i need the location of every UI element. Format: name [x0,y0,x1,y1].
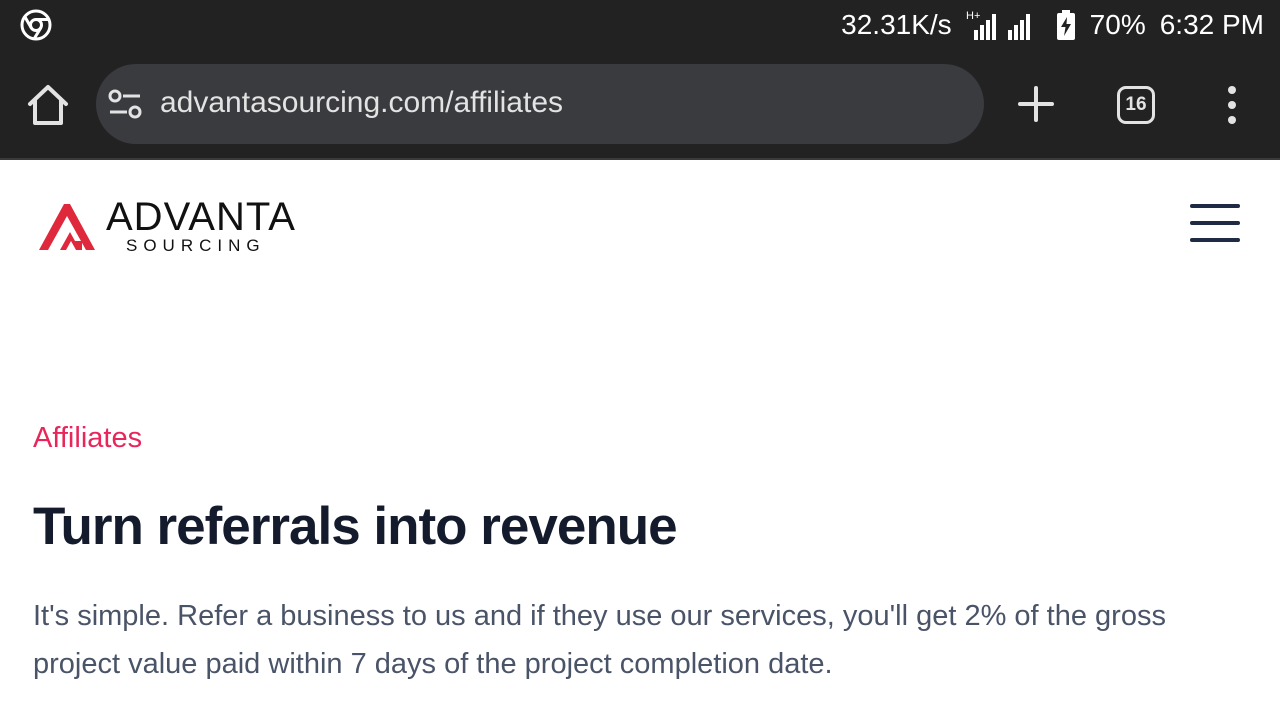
tab-count: 16 [1125,94,1147,115]
browser-toolbar: advantasourcing.com/affiliates 16 [0,50,1280,160]
url-text[interactable]: advantasourcing.com/affiliates [160,86,563,120]
section-eyebrow: Affiliates [33,422,143,454]
more-options-icon[interactable] [1220,84,1244,126]
home-icon[interactable] [24,82,72,128]
site-header: ADVANTA SOURCING [0,162,1280,272]
tab-switcher-button[interactable]: 16 [1117,86,1155,124]
page-title: Turn referrals into revenue [33,497,678,556]
site-settings-icon[interactable] [108,88,142,120]
logo-mark-icon [39,204,95,250]
intro-paragraph: It's simple. Refer a business to us and … [33,600,1166,680]
clock: 6:32 PM [1159,9,1264,40]
network-type-label: H+ [966,10,980,22]
logo-subtitle: SOURCING [126,236,266,255]
battery-percent: 70% [1089,9,1146,40]
address-bar[interactable]: advantasourcing.com/affiliates [96,64,984,144]
battery-charging-icon [1056,10,1075,40]
site-logo[interactable]: ADVANTA SOURCING [38,195,298,256]
network-speed: 32.31K/s [841,9,952,40]
new-tab-icon[interactable] [1016,84,1056,124]
signal-strength-icon: H+ [966,10,1030,40]
chrome-icon [20,9,52,41]
hamburger-menu-icon[interactable] [1190,204,1242,244]
logo-name: ADVANTA [106,195,296,239]
status-bar: 32.31K/s H+ 70% 6:32 PM [0,0,1280,50]
